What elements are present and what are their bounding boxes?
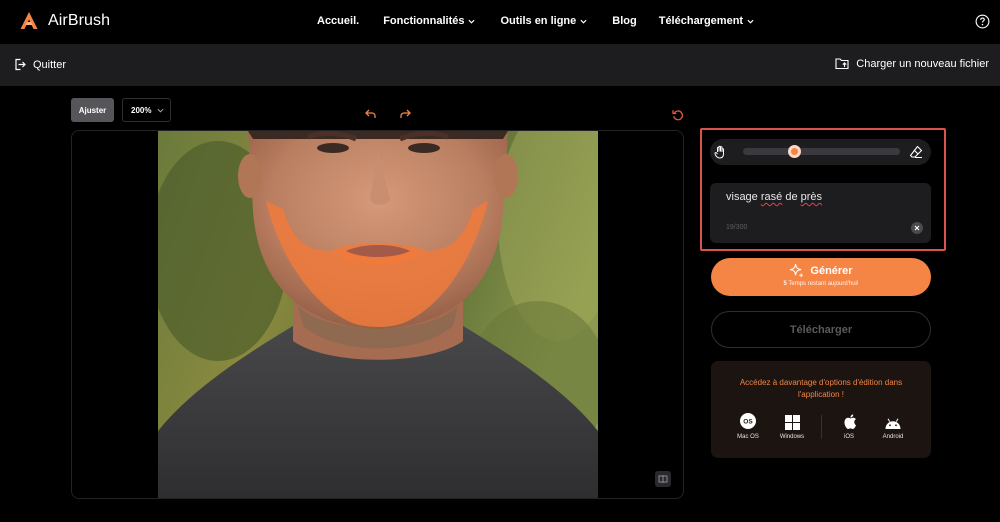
- selection-highlight-frame: [700, 128, 946, 251]
- nav-accueil[interactable]: Accueil.: [317, 15, 359, 27]
- reset-icon[interactable]: [672, 109, 684, 121]
- download-label: Télécharger: [789, 323, 853, 336]
- fit-label: Ajuster: [78, 105, 107, 115]
- platform-divider: [821, 415, 822, 439]
- remaining-count: 5: [783, 281, 787, 287]
- main-menu: Accueil. Fonctionnalités Outils en ligne…: [317, 15, 754, 27]
- chevron-down-icon: [580, 19, 587, 24]
- editor-toolbar: Quitter Charger un nouveau fichier: [0, 44, 1000, 86]
- compare-toggle[interactable]: [655, 471, 671, 487]
- platform-ios[interactable]: iOS: [829, 412, 869, 440]
- undo-icon[interactable]: [365, 109, 376, 119]
- apple-icon: [843, 414, 856, 429]
- android-icon: [885, 418, 901, 429]
- nav-outils-en-ligne[interactable]: Outils en ligne: [500, 15, 587, 27]
- download-button[interactable]: Télécharger: [711, 311, 931, 348]
- nav-blog[interactable]: Blog: [612, 15, 636, 27]
- image-canvas[interactable]: [71, 130, 684, 499]
- platform-android[interactable]: Android: [873, 412, 913, 440]
- nav-telechargement-label: Téléchargement: [658, 15, 744, 27]
- airbrush-logo[interactable]: AirBrush: [19, 11, 110, 31]
- promo-title: Accédez à davantage d'options d'édition …: [739, 378, 903, 399]
- macos-icon: OS: [740, 413, 756, 429]
- platform-macos[interactable]: OS Mac OS: [728, 412, 768, 440]
- quit-button[interactable]: Quitter: [14, 58, 66, 71]
- svg-text:OS: OS: [743, 419, 753, 426]
- app-promo-card: Accédez à davantage d'options d'édition …: [711, 361, 931, 458]
- remaining-uses: 5 Temps restant aujourd'hui!: [711, 281, 931, 287]
- generate-label-row: Générer: [711, 263, 931, 278]
- chevron-down-icon: [747, 19, 754, 24]
- zoom-value: 200%: [131, 105, 152, 115]
- upload-new-file-button[interactable]: Charger un nouveau fichier: [835, 57, 989, 70]
- chevron-down-icon: [468, 19, 475, 24]
- sparkle-icon: [790, 263, 804, 278]
- exit-icon: [15, 58, 26, 71]
- remaining-text: Temps restant aujourd'hui!: [788, 281, 859, 287]
- platform-ios-label: iOS: [843, 434, 854, 440]
- nav-telechargement[interactable]: Téléchargement: [659, 15, 754, 27]
- platform-android-label: Android: [882, 434, 904, 440]
- portrait-image: [158, 131, 598, 498]
- platform-windows[interactable]: Windows: [772, 412, 812, 440]
- platform-list: OS Mac OS Windows iOS Android: [711, 412, 931, 448]
- redo-icon[interactable]: [400, 109, 411, 119]
- nav-outils-label: Outils en ligne: [500, 15, 577, 27]
- windows-icon: [784, 415, 800, 430]
- quit-label: Quitter: [33, 58, 67, 71]
- nav-fonctionnalites[interactable]: Fonctionnalités: [383, 15, 475, 27]
- generate-button[interactable]: Générer 5 Temps restant aujourd'hui!: [711, 258, 931, 296]
- nav-accueil-label: Accueil.: [317, 15, 360, 27]
- platform-windows-label: Windows: [779, 434, 805, 440]
- app-name: AirBrush: [48, 12, 111, 29]
- zoom-select[interactable]: 200%: [122, 98, 171, 122]
- edited-photo[interactable]: [158, 131, 598, 498]
- nav-blog-label: Blog: [612, 15, 637, 27]
- top-navigation: AirBrush Accueil. Fonctionnalités Outils…: [0, 0, 1000, 44]
- nav-fonctionnalites-label: Fonctionnalités: [383, 15, 465, 27]
- platform-macos-label: Mac OS: [737, 434, 759, 440]
- folder-upload-icon: [835, 58, 849, 70]
- chevron-down-icon: [157, 108, 164, 113]
- compare-icon: [658, 475, 668, 483]
- upload-label: Charger un nouveau fichier: [856, 57, 989, 70]
- fit-button[interactable]: Ajuster: [71, 98, 114, 122]
- generate-label: Générer: [810, 264, 853, 277]
- help-circle-icon[interactable]: [975, 14, 990, 29]
- airbrush-logo-icon: [20, 12, 38, 29]
